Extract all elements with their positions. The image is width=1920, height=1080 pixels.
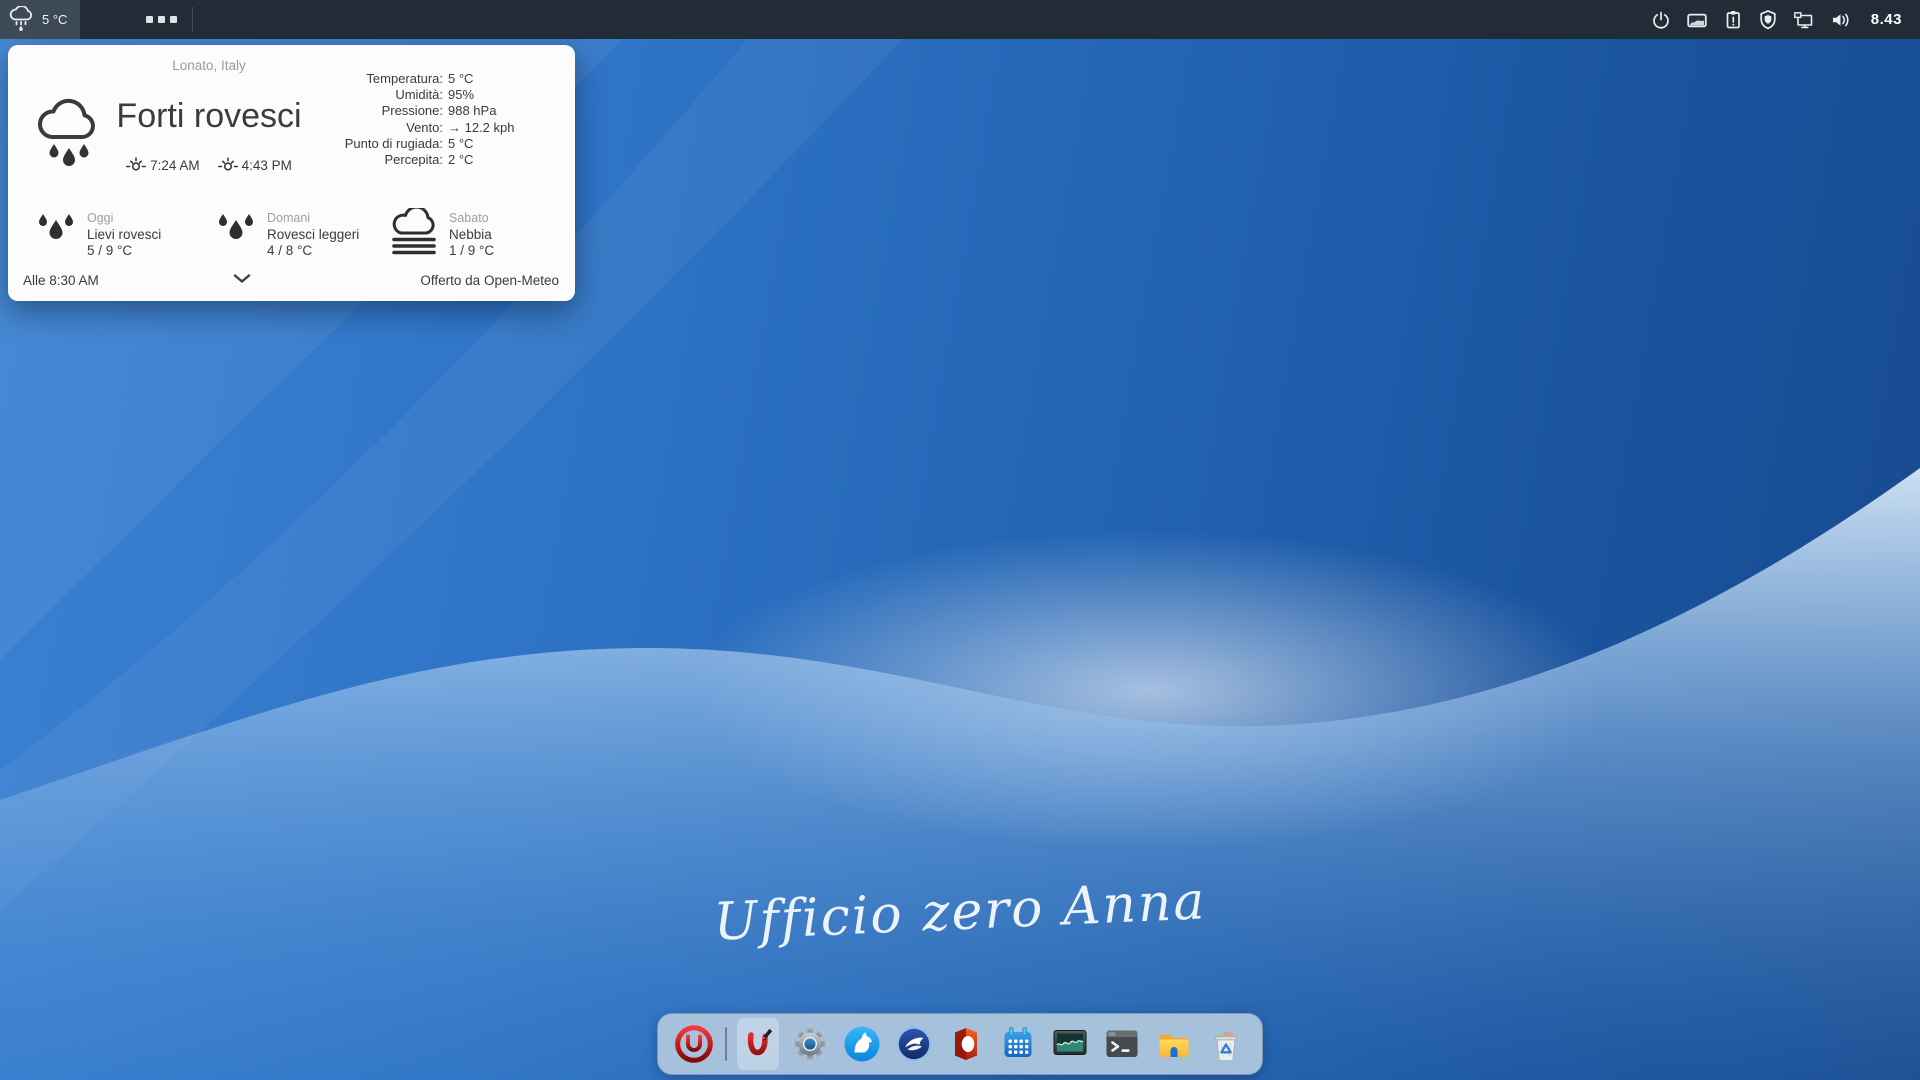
forecast-condition: Nebbia bbox=[449, 227, 494, 243]
cloud-rain-icon bbox=[8, 6, 35, 34]
folder-icon bbox=[1154, 1024, 1194, 1064]
display-wallpaper-icon[interactable] bbox=[1686, 10, 1708, 30]
forecast-tomorrow: Domani Rovesci leggeri 4 / 8 °C bbox=[215, 208, 359, 263]
system-monitor-icon bbox=[1050, 1024, 1090, 1064]
thunderbird-icon bbox=[894, 1024, 934, 1064]
dock-item-librewolf-browser[interactable] bbox=[841, 1018, 883, 1070]
sunrise-time: 7:24 AM bbox=[150, 158, 200, 173]
detail-value: 988 hPa bbox=[448, 103, 555, 119]
librewolf-icon bbox=[842, 1024, 882, 1064]
shield-icon[interactable] bbox=[1758, 9, 1778, 30]
network-icon[interactable] bbox=[1793, 10, 1815, 30]
forecast-condition: Lievi rovesci bbox=[87, 227, 161, 243]
detail-label: Temperatura: bbox=[253, 71, 443, 87]
detail-label: Pressione: bbox=[253, 103, 443, 119]
dock-item-office-suite[interactable] bbox=[945, 1018, 987, 1070]
panel-clock[interactable]: 8.43 bbox=[1871, 11, 1902, 28]
forecast-temps: 4 / 8 °C bbox=[267, 243, 359, 259]
last-updated: Alle 8:30 AM bbox=[23, 273, 99, 288]
dock-item-trash[interactable] bbox=[1205, 1018, 1247, 1070]
dock-item-terminal[interactable] bbox=[1101, 1018, 1143, 1070]
panel-weather-applet[interactable]: 5 °C bbox=[0, 0, 80, 39]
forecast-day: Oggi bbox=[87, 211, 161, 227]
detail-value: 2 °C bbox=[448, 152, 555, 168]
sunrise-icon bbox=[126, 157, 146, 173]
power-icon[interactable] bbox=[1651, 10, 1671, 30]
top-panel: 5 °C bbox=[0, 0, 1920, 39]
office-icon bbox=[946, 1024, 986, 1064]
detail-label: Vento: bbox=[253, 120, 443, 136]
dock-separator bbox=[725, 1027, 727, 1061]
panel-menu-dots[interactable] bbox=[146, 16, 177, 23]
dock-item-settings[interactable] bbox=[789, 1018, 831, 1070]
ufficiozero-logo-icon bbox=[674, 1024, 714, 1064]
detail-value: 5 °C bbox=[448, 136, 555, 152]
rain-drops-icon bbox=[215, 208, 257, 263]
detail-value: 5 °C bbox=[448, 71, 555, 87]
terminal-icon bbox=[1102, 1024, 1142, 1064]
dot-icon bbox=[158, 16, 165, 23]
clipboard-icon[interactable] bbox=[1723, 9, 1743, 31]
forecast-temps: 1 / 9 °C bbox=[449, 243, 494, 259]
volume-icon[interactable] bbox=[1830, 11, 1852, 29]
detail-label: Umidità: bbox=[253, 87, 443, 103]
forecast-saturday: Sabato Nebbia 1 / 9 °C bbox=[389, 208, 494, 263]
dock bbox=[657, 1013, 1263, 1075]
dock-item-file-manager[interactable] bbox=[1153, 1018, 1195, 1070]
sunrise: 7:24 AM bbox=[126, 157, 200, 173]
dock-item-calendar[interactable] bbox=[997, 1018, 1039, 1070]
forecast-condition: Rovesci leggeri bbox=[267, 227, 359, 243]
forecast-temps: 5 / 9 °C bbox=[87, 243, 161, 259]
panel-temperature: 5 °C bbox=[42, 12, 67, 27]
detail-value: → 12.2 kph bbox=[448, 120, 555, 136]
calendar-icon bbox=[998, 1024, 1038, 1064]
installer-icon bbox=[738, 1024, 778, 1064]
system-tray: 8.43 bbox=[1651, 9, 1920, 31]
forecast-day: Sabato bbox=[449, 211, 494, 227]
detail-label: Percepita: bbox=[253, 152, 443, 168]
detail-label: Punto di rugiada: bbox=[253, 136, 443, 152]
panel-separator bbox=[192, 7, 193, 32]
forecast-day: Domani bbox=[267, 211, 359, 227]
fog-icon bbox=[389, 208, 439, 263]
dot-icon bbox=[170, 16, 177, 23]
forecast-today: Oggi Lievi rovesci 5 / 9 °C bbox=[35, 208, 161, 263]
rain-drops-icon bbox=[35, 208, 77, 263]
dock-item-installer[interactable] bbox=[737, 1018, 779, 1070]
detail-value: 95% bbox=[448, 87, 555, 103]
provider-attribution: Offerto da Open-Meteo bbox=[420, 273, 559, 288]
weather-details: Temperatura: 5 °C Umidità: 95% Pressione… bbox=[253, 71, 555, 168]
expand-chevron-down-icon[interactable] bbox=[233, 270, 251, 288]
dock-item-system-monitor[interactable] bbox=[1049, 1018, 1091, 1070]
dock-item-thunderbird-mail[interactable] bbox=[893, 1018, 935, 1070]
dock-item-ufficiozero-menu[interactable] bbox=[673, 1018, 715, 1070]
weather-popup: Lonato, Italy Forti rovesci 7:24 AM 4:4 bbox=[8, 45, 575, 301]
dot-icon bbox=[146, 16, 153, 23]
sunset-icon bbox=[218, 157, 238, 173]
trash-icon bbox=[1206, 1024, 1246, 1064]
gear-icon bbox=[790, 1024, 830, 1064]
